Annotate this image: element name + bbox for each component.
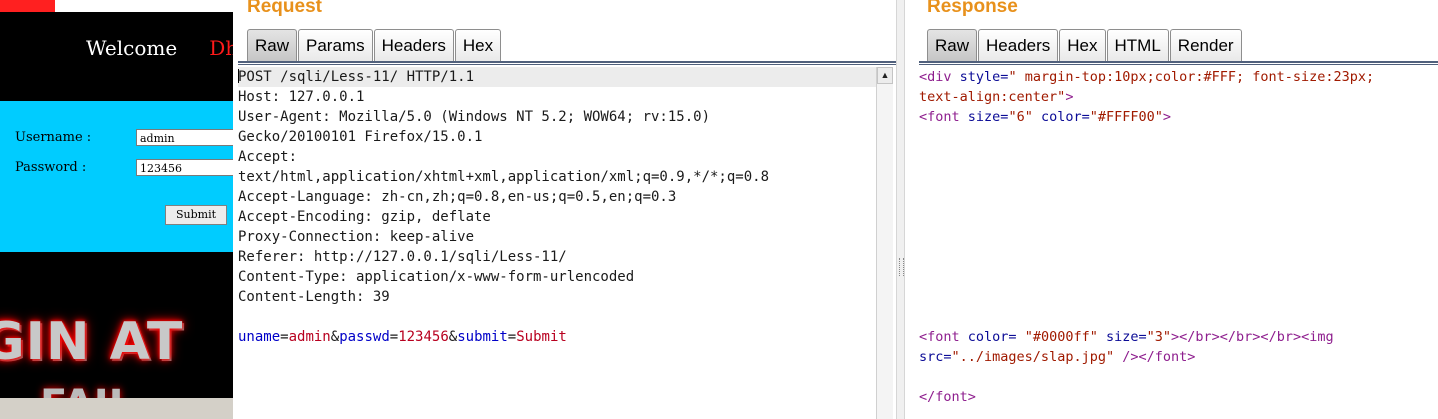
request-raw-editor[interactable]: POST /sqli/Less-11/ HTTP/1.1 Host: 127.0.… [238,67,876,419]
html-attr-value: "#0000ff" [1024,329,1098,345]
scroll-up-arrow-icon[interactable]: ▲ [877,67,893,84]
password-label: Password : [15,160,87,175]
page-top-strip [0,0,233,12]
username-label: Username : [15,130,92,145]
header-user-agent: User-Agent: Mozilla/5.0 (Windows NT 5.2;… [238,109,711,125]
html-tag: > [1065,89,1074,105]
header-accept: Accept: [238,149,298,165]
tab-params[interactable]: Params [298,29,373,61]
html-tag: <font [919,329,960,345]
html-attr-value: " margin-top:10px;color:#FFF; font-size:… [1008,69,1375,85]
blank-space [919,127,1438,327]
login-attempt-banner: GIN AT [0,312,184,372]
response-line-5: src="../images/slap.jpg" /></font> [919,349,1196,365]
param-value: admin [288,329,331,345]
request-line: POST /sqli/Less-11/ HTTP/1.1 [238,67,876,87]
tab-hex[interactable]: Hex [1059,29,1106,61]
param-value: Submit [516,329,567,345]
page-top-red-tab [0,0,55,12]
html-attr: size [967,109,1001,125]
html-tag: <font [919,109,960,125]
response-panel: Response Raw Headers Hex HTML Render <di… [905,0,1438,419]
html-attr: size [1105,329,1139,345]
param-name: submit [457,329,508,345]
welcome-label: Welcome [86,36,178,60]
request-tabs: Raw Params Headers Hex [247,29,502,61]
header-proxy-connection: Proxy-Connection: keep-alive [238,229,475,245]
tab-html[interactable]: HTML [1106,29,1169,61]
html-attr-value: "6" [1008,109,1033,125]
html-attr: color [967,329,1009,345]
username-input[interactable]: admin [136,129,233,146]
param-name: passwd [339,329,390,345]
html-attr-value: "../images/slap.jpg" [951,349,1115,365]
html-tag: <div [919,69,952,85]
header-referer: Referer: http://127.0.0.1/sqli/Less-11/ [238,249,567,265]
html-attr: style [959,69,1001,85]
html-attr: color [1040,109,1082,125]
response-line-1: <div style=" margin-top:10px;color:#FFF;… [919,67,1438,87]
html-tag: </font> [919,389,976,405]
header-content-length: Content-Length: 39 [238,289,390,305]
request-tab-underline [238,61,896,65]
submit-button[interactable]: Submit [165,205,227,225]
param-name: uname [238,329,281,345]
login-form [0,101,233,252]
splitter-grip-icon [899,258,904,276]
request-line-text: POST /sqli/Less-11/ HTTP/1.1 [238,69,475,85]
tab-headers[interactable]: Headers [373,29,454,61]
tab-raw[interactable]: Raw [927,29,978,61]
header-accept-language: Accept-Language: zh-cn,zh;q=0.8,en-us;q=… [238,189,677,205]
html-tag: ></br></br></br><img [1171,329,1334,345]
panel-splitter[interactable] [896,0,905,419]
request-scrollbar[interactable]: ▲ [876,67,893,419]
tab-raw[interactable]: Raw [247,29,298,61]
html-attr-value: text-align:center" [919,89,1066,105]
password-input[interactable]: 123456 [136,159,233,176]
html-attr-value: "3" [1146,329,1172,345]
tab-headers[interactable]: Headers [978,29,1059,61]
tab-render[interactable]: Render [1169,29,1242,61]
param-value: 123456 [398,329,449,345]
html-attr-value: "#FFFF00" [1089,109,1163,125]
request-body: uname=admin&passwd=123456&submit=Submit [238,329,567,345]
response-line-6: </font> [919,387,1438,407]
response-title: Response [927,0,1018,17]
html-attr: src [919,349,944,365]
response-raw-viewer[interactable]: <div style=" margin-top:10px;color:#FFF;… [919,67,1438,407]
header-accept-encoding: Accept-Encoding: gzip, deflate [238,209,491,225]
tab-hex[interactable]: Hex [454,29,502,61]
response-line-3: <font size="6" color="#FFFF00"> [919,109,1172,125]
header-user-agent-cont: Gecko/20100101 Firefox/15.0.1 [238,129,483,145]
welcome-username: Dh [209,36,233,60]
header-host: Host: 127.0.0.1 [238,89,365,105]
response-tabs: Raw Headers Hex HTML Render [927,29,1243,61]
welcome-text: Welcome Dh [86,36,233,60]
html-tag: > [1162,109,1172,125]
page-bottom-strip [0,398,233,419]
request-panel: Request Raw Params Headers Hex POST /sql… [233,0,896,419]
header-content-type: Content-Type: application/x-www-form-url… [238,269,635,285]
response-line-2: text-align:center"> [919,87,1438,107]
html-tag: /></font> [1114,349,1196,365]
header-accept-value: text/html,application/xhtml+xml,applicat… [238,169,770,185]
response-tab-underline [919,61,1438,65]
request-title: Request [247,0,322,17]
browser-page-preview: Welcome Dh Username : admin Password : 12… [0,0,233,419]
response-line-4: <font color= "#0000ff" size="3"></br></b… [919,329,1334,345]
